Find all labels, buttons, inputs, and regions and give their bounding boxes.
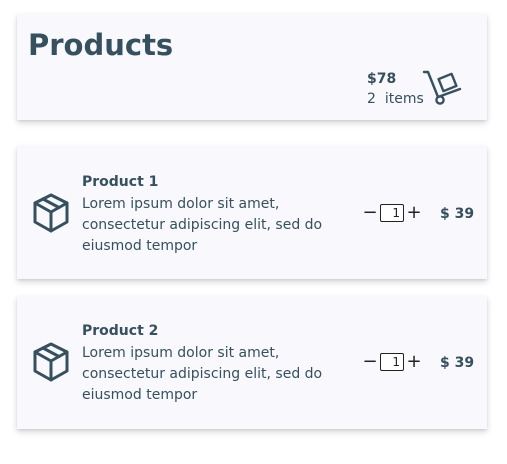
increment-button[interactable]: + — [404, 203, 424, 223]
hand-truck-icon[interactable] — [422, 69, 464, 107]
box-icon — [33, 342, 69, 382]
product-card: Product 1 Lorem ipsum dolor sit amet, co… — [17, 146, 487, 279]
product-description: Lorem ipsum dolor sit amet, consectetur … — [82, 196, 323, 254]
quantity-stepper: − + — [360, 203, 424, 223]
decrement-button[interactable]: − — [360, 203, 380, 223]
product-name: Product 1 — [82, 174, 159, 190]
increment-button[interactable]: + — [404, 352, 424, 372]
product-description: Lorem ipsum dolor sit amet, consectetur … — [82, 345, 323, 403]
quantity-input[interactable] — [380, 353, 404, 371]
product-price: $ 39 — [440, 355, 475, 371]
product-price: $ 39 — [440, 206, 475, 222]
decrement-button[interactable]: − — [360, 352, 380, 372]
cart-total: $78 — [367, 71, 397, 87]
product-card: Product 2 Lorem ipsum dolor sit amet, co… — [17, 296, 487, 429]
cart-count-line: 2 items — [367, 89, 424, 109]
cart-count: 2 — [367, 91, 376, 107]
page-title: Products — [28, 28, 174, 62]
cart-summary: $78 2 items — [367, 69, 424, 109]
box-icon — [33, 193, 69, 233]
quantity-stepper: − + — [360, 352, 424, 372]
cart-items-label: items — [384, 91, 424, 107]
header-card: Products $78 2 items — [17, 14, 487, 120]
product-name: Product 2 — [82, 323, 159, 339]
quantity-input[interactable] — [380, 204, 404, 222]
